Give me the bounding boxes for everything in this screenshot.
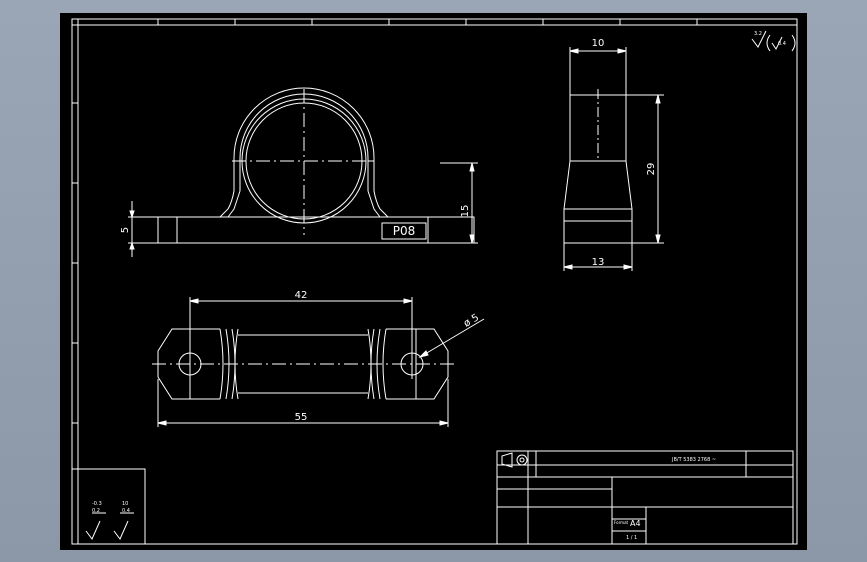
drawing-sheet: P08 15 5 10 29 13 3.2 0.4 42 55 ø 5 -0.3… xyxy=(60,13,807,550)
part-label: P08 xyxy=(393,224,416,238)
front-view xyxy=(157,87,475,244)
dim-height: 29 xyxy=(646,163,657,176)
dim-15-lines xyxy=(440,162,478,244)
front-view-base xyxy=(157,216,475,244)
dim-base-width: 13 xyxy=(592,257,605,268)
title-block-scale: 1 / 1 xyxy=(626,535,637,541)
roughness-left-value-4: 0.4 xyxy=(122,508,130,514)
title-block-standard: JB/T 5383 2768 ~ xyxy=(671,457,716,463)
title-block-format-label: Format xyxy=(614,520,629,525)
dim-10-lines xyxy=(569,47,627,95)
dim-base-thickness: 5 xyxy=(120,227,131,233)
dim-overall-length: 55 xyxy=(295,412,308,423)
roughness-left-value-3: 10 xyxy=(122,501,128,507)
dim-height-total: 15 xyxy=(460,205,471,218)
top-view xyxy=(152,328,454,400)
roughness-box-left xyxy=(71,468,146,545)
cad-drawing: P08 15 5 10 29 13 3.2 0.4 42 55 ø 5 -0.3… xyxy=(71,18,798,545)
dim-hole-diameter: ø 5 xyxy=(462,312,481,329)
side-view xyxy=(563,89,633,244)
roughness-top-value: 3.2 xyxy=(754,31,762,37)
dim-5-lines xyxy=(128,201,158,257)
dim-hole-spacing: 42 xyxy=(295,290,308,301)
dim-top-width: 10 xyxy=(592,38,605,49)
title-block xyxy=(496,450,794,545)
roughness-left-value-1: -0.3 xyxy=(92,501,102,507)
roughness-left-value-2: 0.2 xyxy=(92,508,100,514)
title-block-format-value: A4 xyxy=(630,519,641,528)
dim-42-lines xyxy=(189,297,413,351)
roughness-top-paren-value: 0.4 xyxy=(778,41,786,47)
